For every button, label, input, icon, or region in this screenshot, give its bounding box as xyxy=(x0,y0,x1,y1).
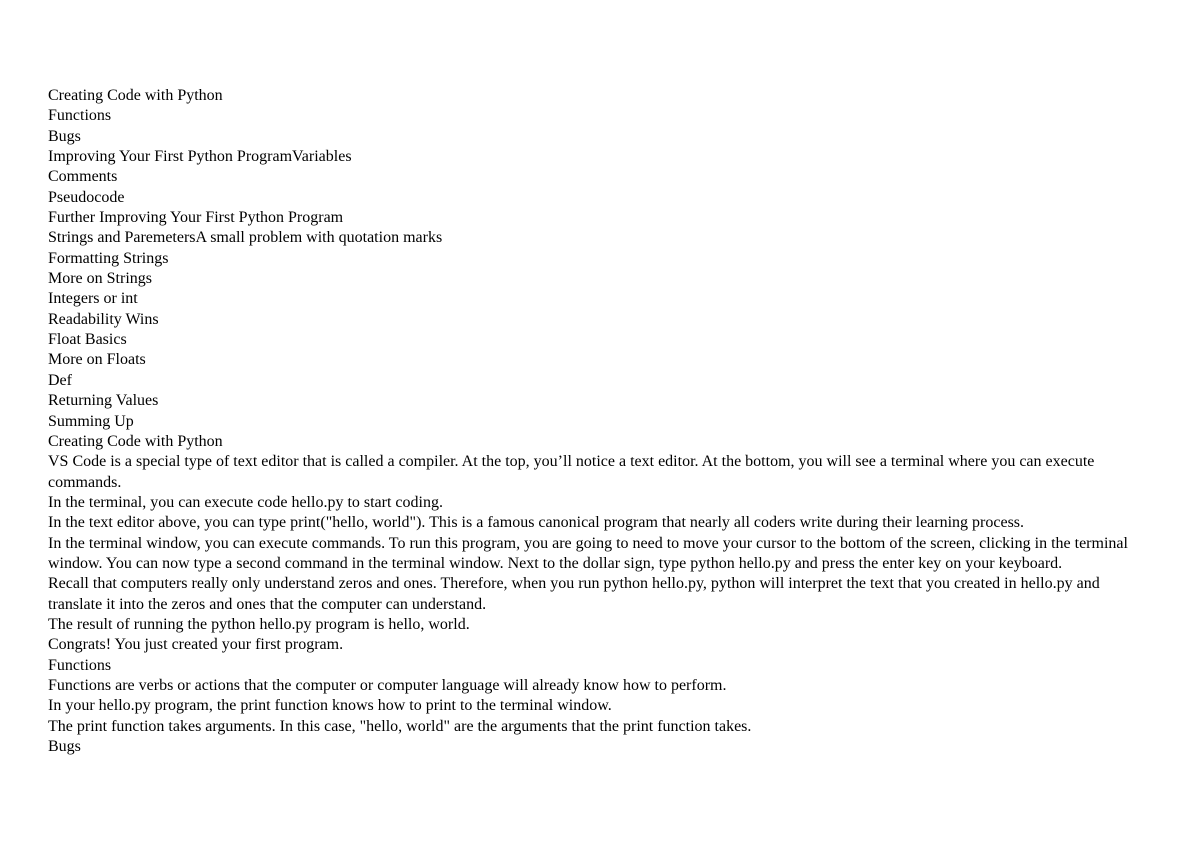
paragraph-congrats: Congrats! You just created your first pr… xyxy=(48,636,344,654)
paragraph-functions-definition: Functions are verbs or actions that the … xyxy=(48,676,727,694)
toc-entry-bugs: Bugs xyxy=(48,127,81,145)
paragraph-result-of-running: The result of running the python hello.p… xyxy=(48,615,470,633)
paragraph-zeros-and-ones: Recall that computers really only unders… xyxy=(48,575,1100,613)
paragraph-print-function-arguments: The print function takes arguments. In t… xyxy=(48,717,752,735)
toc-entry-float-basics: Float Basics xyxy=(48,331,127,349)
table-of-contents: Creating Code with Python Functions Bugs… xyxy=(48,86,1150,432)
paragraph-terminal-window-commands: In the terminal window, you can execute … xyxy=(48,534,1128,572)
toc-entry-improving-your-first-python-program-variables: Improving Your First Python ProgramVaria… xyxy=(48,148,352,166)
toc-entry-creating-code-with-python: Creating Code with Python xyxy=(48,87,223,104)
paragraph-vs-code-intro: VS Code is a special type of text editor… xyxy=(48,453,1095,491)
toc-entry-more-on-strings: More on Strings xyxy=(48,270,152,288)
toc-entry-returning-values: Returning Values xyxy=(48,392,159,410)
toc-entry-more-on-floats: More on Floats xyxy=(48,351,146,369)
document-page: Creating Code with Python Functions Bugs… xyxy=(0,0,1200,849)
toc-entry-pseudocode: Pseudocode xyxy=(48,188,125,206)
toc-entry-def: Def xyxy=(48,371,72,389)
toc-entry-strings-and-paremeters: Strings and ParemetersA small problem wi… xyxy=(48,229,443,247)
section-heading-functions: Functions xyxy=(48,656,112,674)
body-content: Creating Code with Python VS Code is a s… xyxy=(48,432,1150,758)
toc-entry-further-improving-your-first-python-program: Further Improving Your First Python Prog… xyxy=(48,209,344,227)
toc-entry-readability-wins: Readability Wins xyxy=(48,310,159,328)
toc-entry-functions: Functions xyxy=(48,107,112,125)
toc-entry-integers-or-int: Integers or int xyxy=(48,290,138,308)
paragraph-print-function-terminal: In your hello.py program, the print func… xyxy=(48,697,612,715)
paragraph-text-editor-print: In the text editor above, you can type p… xyxy=(48,514,1025,532)
section-heading-creating-code-with-python: Creating Code with Python xyxy=(48,432,223,450)
toc-entry-formatting-strings: Formatting Strings xyxy=(48,249,169,267)
toc-entry-comments: Comments xyxy=(48,168,118,186)
toc-entry-summing-up: Summing Up xyxy=(48,412,134,430)
document-content: Creating Code with Python Functions Bugs… xyxy=(48,86,1150,757)
paragraph-terminal-execute-code: In the terminal, you can execute code he… xyxy=(48,493,443,511)
section-heading-bugs: Bugs xyxy=(48,738,81,755)
